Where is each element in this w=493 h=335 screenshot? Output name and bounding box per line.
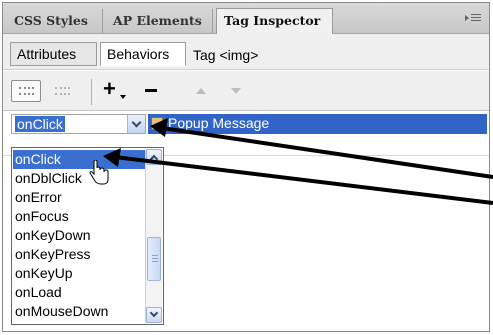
behavior-action-icon [151, 117, 163, 130]
list-item[interactable]: onFocus [13, 207, 145, 226]
all-events-icon [55, 87, 70, 95]
chevron-up-icon [149, 154, 159, 164]
list-item[interactable]: onDblClick [13, 169, 145, 188]
remove-behavior-button[interactable] [145, 89, 157, 92]
show-all-events-button[interactable] [47, 80, 77, 102]
add-behavior-button[interactable]: + [103, 77, 125, 103]
dropdown-scrollbar[interactable] [145, 149, 162, 323]
tab-behaviors[interactable]: Behaviors [100, 42, 186, 66]
behavior-row[interactable]: onClick Popup Message [3, 112, 489, 136]
list-item[interactable]: onLoad [13, 283, 145, 302]
tab-tag-inspector[interactable]: Tag Inspector [216, 8, 333, 35]
tab-css-styles[interactable]: CSS Styles [7, 9, 103, 34]
show-set-events-button[interactable] [11, 80, 41, 102]
action-label: Popup Message [168, 115, 270, 131]
move-down-button[interactable] [231, 88, 241, 94]
event-select[interactable]: onClick [11, 114, 146, 134]
plus-icon: + [103, 76, 116, 101]
list-item[interactable]: onClick [13, 150, 145, 169]
grip-line [152, 258, 158, 259]
list-item[interactable]: onError [13, 188, 145, 207]
panel-options-menu-icon[interactable] [465, 11, 483, 25]
tag-inspector-panel: CSS Styles AP Elements Tag Inspector Att… [2, 2, 490, 332]
behaviors-toolbar: + [3, 71, 489, 111]
event-dropdown-button[interactable] [127, 115, 145, 133]
grip-line [152, 261, 158, 262]
list-item[interactable]: onKeyUp [13, 264, 145, 283]
grip-line [152, 255, 158, 256]
chevron-down-icon [131, 117, 142, 128]
tab-attributes[interactable]: Attributes [10, 42, 97, 66]
scrollbar-thumb[interactable] [147, 237, 161, 281]
chevron-down-icon [149, 308, 159, 318]
add-dropdown-arrow-icon [120, 95, 126, 99]
scroll-down-button[interactable] [146, 307, 162, 323]
selected-tag-label: Tag <img> [193, 47, 259, 63]
list-item[interactable]: onMouseDown [13, 302, 145, 321]
move-up-button[interactable] [196, 88, 206, 94]
toolbar-divider [91, 79, 92, 105]
action-cell[interactable]: Popup Message [148, 114, 487, 134]
scroll-up-button[interactable] [146, 149, 162, 165]
list-item[interactable]: onKeyDown [13, 226, 145, 245]
hand-cursor-icon [89, 160, 109, 185]
events-list-icon [19, 87, 34, 95]
panel-tab-bar: CSS Styles AP Elements Tag Inspector [3, 3, 489, 35]
sub-tab-bar: Attributes Behaviors Tag <img> [3, 34, 489, 70]
event-select-value: onClick [15, 116, 65, 132]
tab-ap-elements[interactable]: AP Elements [106, 9, 213, 34]
list-item[interactable]: onKeyPress [13, 245, 145, 264]
